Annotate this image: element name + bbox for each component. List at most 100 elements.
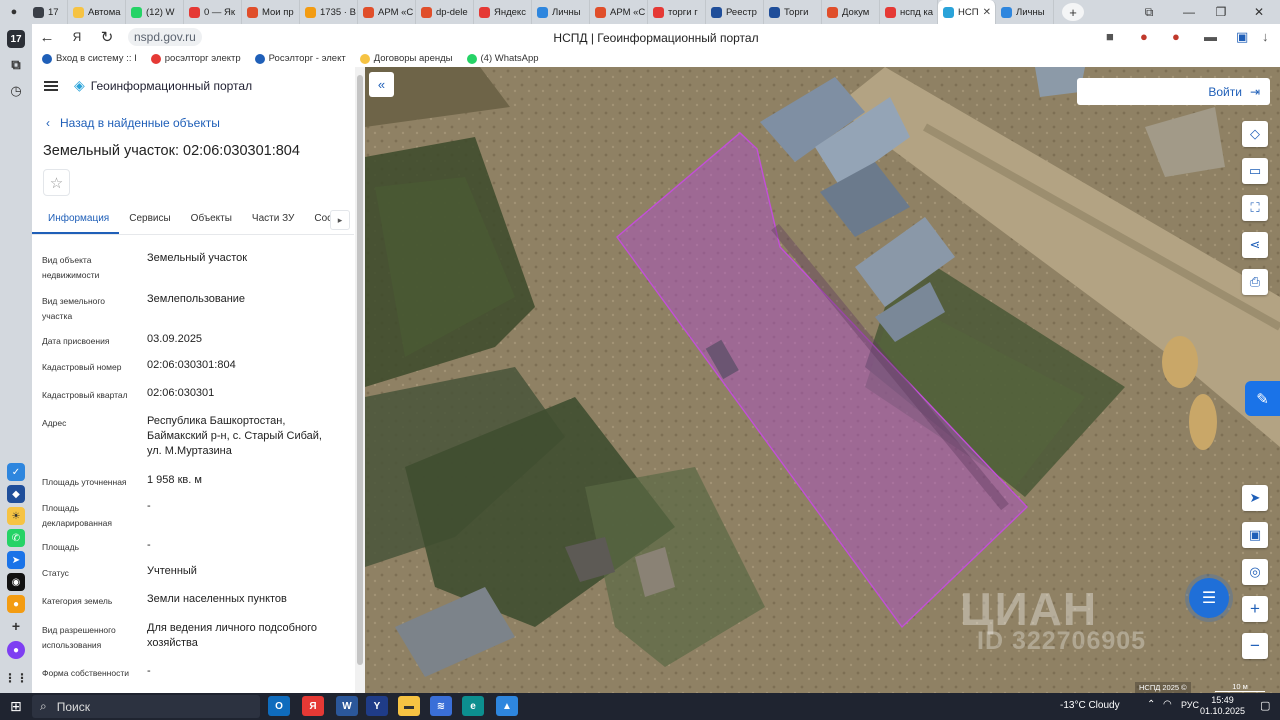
select-area-icon[interactable]: ⛶ [1242,195,1268,221]
zoom-out-button[interactable]: − [1242,633,1268,659]
tab-actions-icon[interactable]: ⧉ [1134,0,1164,24]
geolocation-icon[interactable]: ➤ [1242,485,1268,511]
browser-tab[interactable]: торги г [648,0,706,24]
panel-tab[interactable]: Объекты [181,207,242,234]
map-scale: 10 м [1215,682,1265,692]
language-indicator[interactable]: РУС [1181,700,1199,710]
browser-tab[interactable]: dp-dele [416,0,474,24]
watermark-id: ID 322706905 [977,627,1147,655]
browser-tab[interactable]: нспд ка [880,0,938,24]
browser-tab[interactable]: (12) W [126,0,184,24]
download-icon[interactable]: ↓ [1262,29,1269,44]
new-tab-button[interactable]: + [1062,3,1084,21]
panel-tab[interactable]: Части ЗУ [242,207,304,234]
extension-icon[interactable]: ● [1140,29,1148,44]
browser-tab[interactable]: 17 [28,0,68,24]
panel-tab[interactable]: Сервисы [119,207,180,234]
close-tab-icon[interactable]: ✕ [983,7,991,18]
profile-avatar[interactable]: ● [0,0,28,24]
map-view[interactable]: « Войти ⇥ ◇ ▭ ⛶ ⋖ ⎙ ✎ ➤ ▣ ◎ + − ☰ ЦИАН I… [365,67,1280,693]
explorer-icon[interactable]: ▬ [398,696,420,716]
browser-tab[interactable]: Докум [822,0,880,24]
attribute-value: 1 958 кв. м [147,474,202,486]
browser-sidebar: 17 ⧉ ◷ ✓ ◆ ☀ ✆ ➤ ◉ ● + ● ⋮⋮ [0,24,32,693]
minimap-icon[interactable]: ▣ [1242,522,1268,548]
print-icon[interactable]: ⎙ [1242,269,1268,295]
scrollbar-thumb[interactable] [357,75,363,665]
bookmark-item[interactable]: росэлторг электр [150,53,241,64]
extension-icon[interactable]: ● [1172,29,1180,44]
bookmark-item[interactable]: Росэлторг - элект [254,53,346,64]
weather-app-icon[interactable]: ☀ [7,507,25,525]
history-icon[interactable]: ◷ [7,82,25,100]
edge-icon[interactable]: e [462,696,484,716]
bookmark-icon[interactable]: ■ [1106,29,1114,44]
wifi-icon[interactable]: ◠ [1163,699,1172,710]
app-y-icon[interactable]: Y [366,696,388,716]
zoom-in-button[interactable]: + [1242,596,1268,622]
translate-icon[interactable]: ▣ [1236,29,1248,45]
portal-name[interactable]: Геоинформационный портал [91,79,252,93]
browser-tab[interactable]: Мои пр [242,0,300,24]
back-link[interactable]: ‹ Назад в найденные объекты [46,116,220,130]
yandex-browser-icon[interactable]: Я [302,696,324,716]
weather-widget[interactable]: -13°C Cloudy [1060,700,1120,711]
calendar-icon[interactable]: 17 [7,30,25,48]
browser-tab[interactable]: 1735 · В [300,0,358,24]
browser-tab[interactable]: Яндекс [474,0,532,24]
layers-icon[interactable]: ◇ [1242,121,1268,147]
menu-icon[interactable]: ▬ [1204,29,1217,44]
maximize-button[interactable]: ❐ [1206,0,1236,24]
bookmark-item[interactable]: (4) WhatsApp [466,53,539,64]
browser-tab[interactable]: 0 — Як [184,0,242,24]
whatsapp-icon[interactable]: ✆ [7,529,25,547]
app-icon[interactable]: ≋ [430,696,452,716]
login-button[interactable]: Войти ⇥ [1077,78,1270,105]
ruler-icon[interactable]: ▭ [1242,158,1268,184]
apps-icon[interactable]: ⋮⋮ [4,669,28,687]
taskbar-search[interactable]: ⌕ Поиск [32,695,260,718]
browser-tab[interactable]: Личны [996,0,1054,24]
messenger-icon[interactable]: ➤ [7,551,25,569]
clock[interactable]: 15:49 01.10.2025 [1200,695,1245,717]
share-icon[interactable]: ⋖ [1242,232,1268,258]
bookmark-favicon-icon [42,53,52,64]
photos-icon[interactable]: ▲ [496,696,518,716]
browser-tab[interactable]: Торги [764,0,822,24]
feedback-icon[interactable]: ✎ [1245,381,1280,416]
record-app-icon[interactable]: ◉ [7,573,25,591]
bookmark-item[interactable]: Вход в систему :: I [42,53,137,64]
object-tabs: Информация Сервисы Объекты Части ЗУ Соста [32,207,354,235]
browser-tab[interactable]: Личны [532,0,590,24]
tab-label: 0 — Як [204,6,236,18]
close-window-button[interactable]: ✕ [1244,0,1274,24]
panel-scrollbar[interactable] [355,67,365,693]
tray-chevron-icon[interactable]: ⌃ [1147,699,1155,710]
tabs-next-arrow-icon[interactable]: ▸ [330,210,350,230]
alice-icon[interactable]: ● [7,641,25,659]
panel-tab[interactable]: Информация [32,207,120,234]
collapse-panel-icon[interactable]: « [369,72,394,97]
favorite-star-icon[interactable]: ☆ [43,169,70,196]
browser-tab[interactable]: Реестр [706,0,764,24]
attribute-value: Для ведения личного подсобного хозяйства [147,622,318,649]
tab-label: Мои пр [262,6,294,18]
bookmark-item[interactable]: Договоры аренды [359,53,453,64]
gerb-app-icon[interactable]: ◆ [7,485,25,503]
avito-icon[interactable]: ● [7,595,25,613]
browser-tab[interactable]: АРМ «С [590,0,648,24]
browser-tab[interactable]: АРМ «С [358,0,416,24]
windows-start-icon[interactable]: ⊞ [10,698,22,715]
add-sidebar-icon[interactable]: + [7,617,25,635]
chat-icon[interactable]: ☰ [1189,578,1229,618]
search-location-icon[interactable]: ◎ [1242,559,1268,585]
browser-tab[interactable]: НСП ✕ [938,0,996,24]
minimize-button[interactable]: — [1174,0,1204,24]
hamburger-menu-icon[interactable] [44,80,58,91]
outlook-icon[interactable]: O [268,696,290,716]
collections-icon[interactable]: ⧉ [7,56,25,74]
browser-tab[interactable]: Автома [68,0,126,24]
word-icon[interactable]: W [336,696,358,716]
notifications-icon[interactable]: ▢ [1260,699,1270,712]
lichny-app-icon[interactable]: ✓ [7,463,25,481]
